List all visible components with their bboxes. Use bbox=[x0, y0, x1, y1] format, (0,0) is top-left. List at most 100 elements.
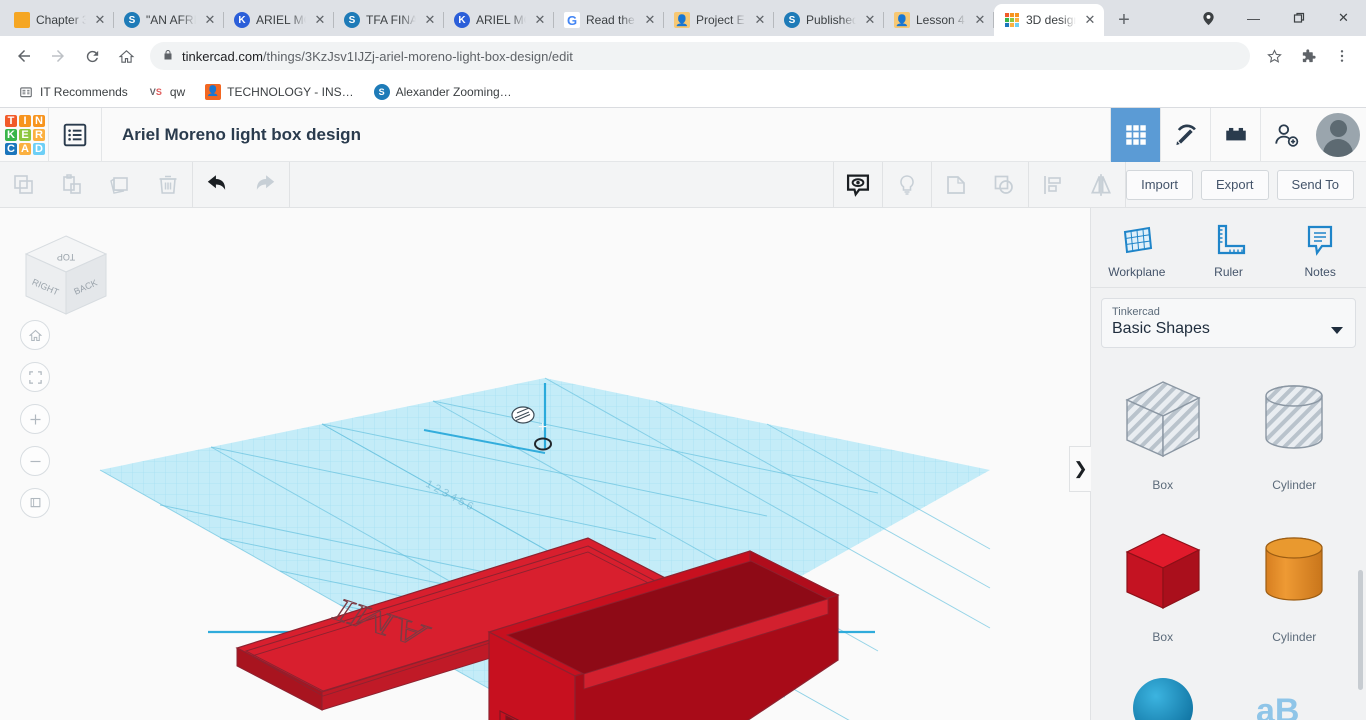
grid-gallery-icon[interactable] bbox=[1110, 107, 1160, 162]
ruler-tool[interactable]: Ruler bbox=[1183, 222, 1275, 279]
box-solid-shape bbox=[1125, 533, 1201, 609]
window-close-button[interactable]: ✕ bbox=[1321, 0, 1366, 36]
fit-to-view-button[interactable] bbox=[20, 362, 50, 392]
back-arrow-icon[interactable] bbox=[8, 40, 40, 72]
browser-tab[interactable]: S "AN AFRI ✕ bbox=[114, 4, 224, 36]
browser-tab[interactable]: S TFA FINA ✕ bbox=[334, 4, 444, 36]
tab-close-icon[interactable]: ✕ bbox=[972, 12, 988, 28]
group-icon[interactable] bbox=[932, 162, 980, 208]
browser-tab[interactable]: K ARIEL MO ✕ bbox=[444, 4, 554, 36]
kami-icon: K bbox=[454, 12, 470, 28]
window-minimize-button[interactable]: — bbox=[1231, 0, 1276, 36]
notes-tool[interactable]: Notes bbox=[1274, 222, 1366, 279]
bookmark-item[interactable]: 👤 TECHNOLOGY - INS… bbox=[197, 81, 361, 103]
export-button[interactable]: Export bbox=[1200, 169, 1269, 200]
perspective-toggle-button[interactable] bbox=[20, 488, 50, 518]
contact-icon: 👤 bbox=[205, 83, 222, 100]
panel-scrollbar[interactable] bbox=[1358, 570, 1363, 690]
undo-icon[interactable] bbox=[193, 162, 241, 208]
workplane-tool[interactable]: Workplane bbox=[1091, 222, 1183, 279]
tab-close-icon[interactable]: ✕ bbox=[532, 12, 548, 28]
shape-item[interactable]: Cylinder bbox=[1229, 522, 1361, 674]
window-maximize-button[interactable] bbox=[1276, 0, 1321, 36]
align-icon[interactable] bbox=[1029, 162, 1077, 208]
home-view-button[interactable] bbox=[20, 320, 50, 350]
home-icon[interactable] bbox=[110, 40, 142, 72]
bookmark-star-icon[interactable] bbox=[1258, 40, 1290, 72]
show-hide-note-icon[interactable] bbox=[834, 162, 882, 208]
tab-title: ARIEL MO bbox=[256, 13, 306, 27]
zoom-out-button[interactable] bbox=[20, 446, 50, 476]
forward-arrow-icon[interactable] bbox=[42, 40, 74, 72]
invite-person-icon[interactable] bbox=[1260, 107, 1310, 162]
3d-canvas[interactable]: 1 2 3 4 5 6 AMI + TOP RIGHT BACK bbox=[0, 208, 1090, 720]
duplicate-icon[interactable] bbox=[96, 162, 144, 208]
tab-close-icon[interactable]: ✕ bbox=[312, 12, 328, 28]
copy-icon[interactable] bbox=[0, 162, 48, 208]
send-to-button[interactable]: Send To bbox=[1276, 169, 1354, 200]
profile-badge-icon[interactable] bbox=[1186, 0, 1231, 36]
toolbar-actions: Import Export Send To bbox=[1126, 169, 1366, 200]
shape-item[interactable]: a​B bbox=[1229, 674, 1361, 720]
address-bar[interactable]: tinkercad.com/things/3KzJsv1IJZj-ariel-m… bbox=[150, 42, 1250, 70]
tab-title: Project E bbox=[696, 13, 745, 27]
pickaxe-minecraft-icon[interactable] bbox=[1160, 107, 1210, 162]
tab-title: ARIEL MO bbox=[476, 13, 526, 27]
plus-icon bbox=[30, 414, 40, 424]
bookmark-item[interactable]: VS qw bbox=[140, 81, 193, 103]
zoom-in-button[interactable] bbox=[20, 404, 50, 434]
browser-tab[interactable]: G Read the ✕ bbox=[554, 4, 664, 36]
shape-item[interactable]: Box bbox=[1097, 522, 1229, 674]
extensions-puzzle-icon[interactable] bbox=[1292, 40, 1324, 72]
scribd-icon: S bbox=[124, 12, 140, 28]
view-cube[interactable]: TOP RIGHT BACK bbox=[18, 228, 114, 324]
mirror-flip-icon[interactable] bbox=[1077, 162, 1125, 208]
logo-tile-i: I bbox=[19, 114, 31, 127]
chrome-menu-icon[interactable] bbox=[1326, 40, 1358, 72]
design-title[interactable]: Ariel Moreno light box design bbox=[102, 125, 1110, 145]
shape-item[interactable] bbox=[1097, 674, 1229, 720]
tab-title: "AN AFRI bbox=[146, 13, 196, 27]
new-tab-button[interactable]: + bbox=[1110, 6, 1138, 34]
shape-library-select[interactable]: Tinkercad Basic Shapes bbox=[1101, 298, 1356, 348]
browser-tab-active[interactable]: 3D design ✕ bbox=[994, 4, 1104, 36]
library-name: Basic Shapes bbox=[1112, 320, 1210, 337]
browser-tab[interactable]: Chapter 3 ✕ bbox=[4, 4, 114, 36]
lightbulb-hint-icon[interactable] bbox=[883, 162, 931, 208]
tab-close-icon[interactable]: ✕ bbox=[422, 12, 438, 28]
tab-close-icon[interactable]: ✕ bbox=[1082, 12, 1098, 28]
tab-close-icon[interactable]: ✕ bbox=[92, 12, 108, 28]
browser-tab[interactable]: K ARIEL MO ✕ bbox=[224, 4, 334, 36]
shape-item[interactable]: Cylinder bbox=[1229, 370, 1361, 522]
browser-tab[interactable]: 👤 Lesson 4 ✕ bbox=[884, 4, 994, 36]
shape-item[interactable]: Box bbox=[1097, 370, 1229, 522]
cylinder-hole-shape bbox=[1265, 385, 1323, 449]
avatar[interactable] bbox=[1316, 112, 1360, 157]
tab-title: Lesson 4 bbox=[916, 13, 965, 27]
library-owner: Tinkercad bbox=[1112, 306, 1160, 318]
delete-trash-icon[interactable] bbox=[144, 162, 192, 208]
paste-icon[interactable] bbox=[48, 162, 96, 208]
bookmark-item[interactable]: IT Recommends bbox=[10, 81, 136, 103]
shape-grid: Box Cylinder Box bbox=[1091, 356, 1366, 720]
tab-close-icon[interactable]: ✕ bbox=[752, 12, 768, 28]
import-button[interactable]: Import bbox=[1126, 169, 1193, 200]
tab-close-icon[interactable]: ✕ bbox=[642, 12, 658, 28]
workplane-scene[interactable]: 1 2 3 4 5 6 AMI + bbox=[0, 208, 1090, 720]
minus-icon bbox=[30, 460, 40, 462]
browser-tab[interactable]: S Published ✕ bbox=[774, 4, 884, 36]
lego-brick-icon[interactable] bbox=[1210, 107, 1260, 162]
tinkercad-logo[interactable]: T I N K E R C A D bbox=[2, 112, 48, 158]
logo-tile-r: R bbox=[33, 128, 45, 141]
design-list-menu-button[interactable] bbox=[49, 108, 101, 162]
tab-close-icon[interactable]: ✕ bbox=[862, 12, 878, 28]
ungroup-icon[interactable] bbox=[980, 162, 1028, 208]
reload-icon[interactable] bbox=[76, 40, 108, 72]
panel-collapse-button[interactable]: ❯ bbox=[1069, 446, 1091, 492]
ruler-origin-marker[interactable] bbox=[511, 406, 535, 424]
redo-icon[interactable] bbox=[241, 162, 289, 208]
browser-tab[interactable]: 👤 Project E ✕ bbox=[664, 4, 774, 36]
tab-close-icon[interactable]: ✕ bbox=[202, 12, 218, 28]
bookmark-item[interactable]: S Alexander Zooming… bbox=[366, 81, 520, 103]
editor-main: 1 2 3 4 5 6 AMI + TOP RIGHT BACK ❯ Workp… bbox=[0, 208, 1366, 720]
